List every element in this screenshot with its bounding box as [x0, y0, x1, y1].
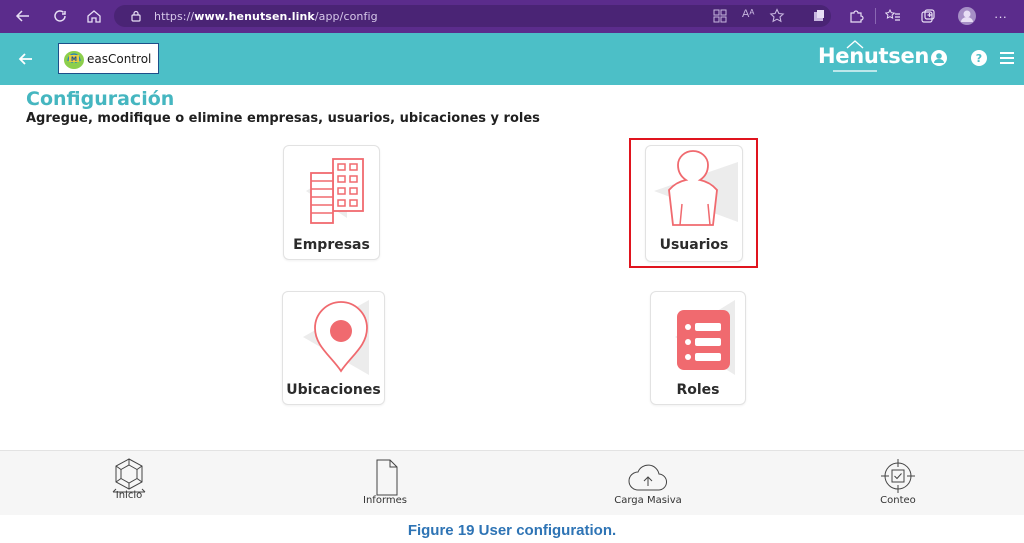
card-label-empresas: Empresas [293, 237, 370, 253]
card-label-roles: Roles [676, 382, 720, 398]
card-ubicaciones[interactable]: Ubicaciones [282, 291, 385, 405]
lock-icon [128, 8, 144, 24]
app-grid-icon[interactable] [713, 9, 727, 28]
screenshot-root: https://www.henutsen.link/app/config Aᴬ … [0, 0, 1024, 543]
url-text: https://www.henutsen.link/app/config [154, 10, 378, 23]
bottom-nav: Inicio Informes Carga Masiva Conteo [0, 450, 1024, 515]
roles-list-icon [675, 300, 735, 375]
card-empresas[interactable]: Empresas [283, 145, 380, 260]
app-header: M easControl Henutsen ? [0, 33, 1024, 85]
nav-label-conteo: Conteo [880, 495, 916, 506]
nav-label-informes: Informes [363, 495, 407, 506]
building-icon [306, 158, 364, 224]
page-title: Configuración [26, 88, 175, 110]
svg-text:M: M [71, 56, 77, 63]
brand-text: Henutsen [818, 44, 930, 68]
profile-avatar-icon[interactable] [957, 5, 977, 27]
url-host: www.henutsen.link [194, 9, 315, 23]
nav-informes[interactable]: Informes [355, 451, 415, 516]
page-subtitle: Agregue, modifique o elimine empresas, u… [26, 111, 540, 126]
extensions-puzzle-icon[interactable] [848, 5, 864, 27]
browser-toolbar: https://www.henutsen.link/app/config Aᴬ … [0, 0, 1024, 33]
favorites-list-icon[interactable] [885, 5, 901, 27]
fingerprint-logo-icon: M [64, 50, 84, 69]
logo-text: easControl [87, 51, 152, 66]
hamburger-menu-icon[interactable] [996, 47, 1018, 69]
nav-label-inicio: Inicio [115, 490, 143, 501]
browser-home-icon[interactable] [83, 5, 105, 27]
read-aloud-icon[interactable]: Aᴬ [742, 8, 754, 20]
brand-underline [833, 70, 877, 72]
location-pin-icon [303, 300, 369, 375]
browser-refresh-icon[interactable] [49, 5, 71, 27]
cloud-upload-icon [628, 464, 667, 491]
nav-conteo[interactable]: Conteo [873, 451, 923, 516]
target-check-icon [881, 459, 915, 493]
favorite-star-icon[interactable] [769, 8, 785, 29]
card-label-ubicaciones: Ubicaciones [286, 382, 381, 398]
figure-caption: Figure 19 User configuration. [407, 522, 617, 539]
more-menu-icon[interactable]: ··· [994, 5, 1007, 27]
card-roles[interactable]: Roles [650, 291, 746, 405]
nav-inicio[interactable]: Inicio [104, 451, 154, 516]
document-icon [376, 459, 398, 496]
measconter-logo[interactable]: M easControl [58, 43, 159, 74]
collections-icon[interactable] [920, 5, 936, 27]
back-arrow-icon[interactable] [14, 47, 38, 71]
usuarios-highlight-box [629, 138, 758, 268]
extension-icon[interactable] [812, 5, 826, 27]
henutsen-brand: Henutsen [818, 44, 929, 68]
url-prefix: https:// [154, 9, 195, 23]
help-icon[interactable]: ? [968, 47, 990, 69]
toolbar-divider [875, 8, 876, 24]
brand-caret-icon [846, 40, 864, 49]
browser-back-icon[interactable] [12, 5, 34, 27]
svg-text:?: ? [976, 52, 982, 65]
nav-carga-masiva[interactable]: Carga Masiva [600, 451, 696, 516]
nav-label-carga-masiva: Carga Masiva [614, 495, 682, 506]
user-account-icon[interactable] [928, 47, 950, 69]
address-bar[interactable]: https://www.henutsen.link/app/config Aᴬ [114, 5, 831, 27]
url-path: /app/config [314, 9, 378, 23]
